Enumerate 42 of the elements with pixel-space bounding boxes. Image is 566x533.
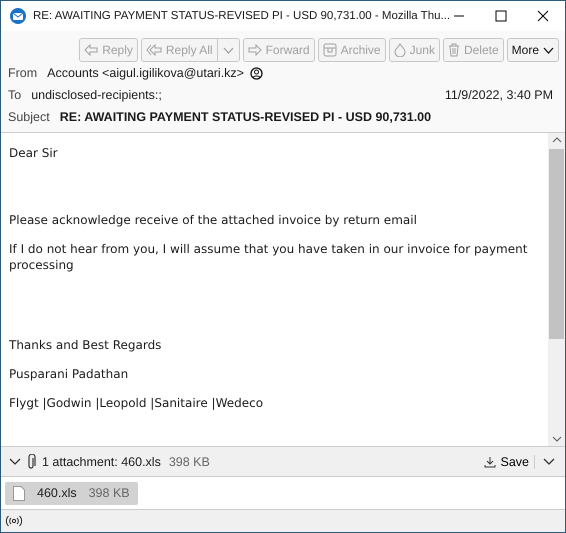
attachment-item[interactable]: 460.xls 398 KB xyxy=(5,482,138,504)
connection-icon xyxy=(5,515,23,527)
recipient-address: undisclosed-recipients:; xyxy=(31,88,162,102)
file-icon xyxy=(13,486,25,500)
close-icon[interactable] xyxy=(537,10,549,22)
trash-icon xyxy=(448,43,460,57)
attachment-size: 398 KB xyxy=(88,486,130,500)
download-icon xyxy=(484,456,496,468)
scrollbar[interactable] xyxy=(548,133,565,446)
chevron-down-icon xyxy=(222,46,234,54)
body-text: Flygt |Godwin |Leopold |Sanitaire |Wedeco xyxy=(9,395,264,411)
contact-icon[interactable] xyxy=(250,66,263,80)
sender-address[interactable]: Accounts <aigul.igilikova@utari.kz> xyxy=(47,66,244,80)
chevron-down-icon xyxy=(543,46,554,54)
message-date: 11/9/2022, 3:40 PM xyxy=(444,88,554,102)
scroll-down-icon[interactable] xyxy=(552,436,562,442)
body-text: If I do not hear from you, I will assume that you have taken in our invoice for payment processing xyxy=(9,241,528,273)
body-text: Dear Sir xyxy=(9,145,59,161)
app-icon xyxy=(9,7,27,25)
message-subject: RE: AWAITING PAYMENT STATUS-REVISED PI - USD 90,731.00 xyxy=(60,110,432,124)
archive-box-icon xyxy=(322,43,337,57)
reply-icon xyxy=(84,44,98,56)
body-text: Please acknowledge receive of the attached invoice by return email xyxy=(9,212,418,228)
more-button[interactable]: More xyxy=(506,38,559,62)
paperclip-icon xyxy=(27,454,36,470)
field-label: From xyxy=(8,66,38,80)
reply-all-icon xyxy=(146,44,162,56)
attachment-summary: 1 attachment: 460.xls xyxy=(42,454,161,468)
save-button[interactable]: Save xyxy=(478,454,535,468)
attachment-size: 398 KB xyxy=(168,454,210,468)
maximize-icon[interactable] xyxy=(495,10,507,22)
field-label: Subject xyxy=(8,110,50,124)
forward-icon xyxy=(248,44,262,56)
window-title: RE: AWAITING PAYMENT STATUS-REVISED PI - USD 90,731.00 - Mozilla Thu... xyxy=(33,10,450,22)
collapse-icon[interactable] xyxy=(9,458,21,466)
field-label: To xyxy=(8,88,22,102)
chevron-down-icon xyxy=(543,458,555,466)
flame-icon xyxy=(394,43,406,57)
body-text: Thanks and Best Regards xyxy=(9,337,162,353)
attachment-name: 460.xls xyxy=(37,486,77,500)
scroll-up-icon[interactable] xyxy=(552,137,562,143)
body-text: Pusparani Padathan xyxy=(9,366,130,382)
